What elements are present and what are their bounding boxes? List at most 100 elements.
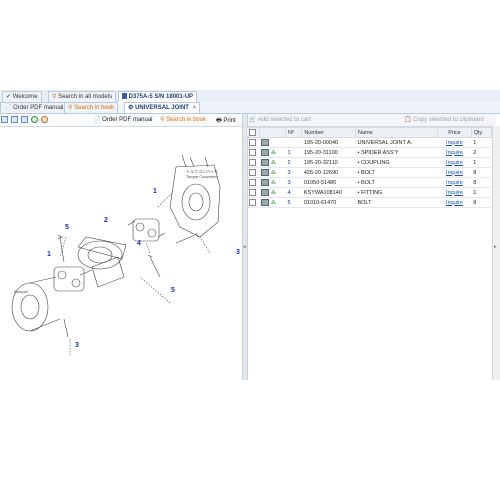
- tab-label: D375A-5 S/N 18001-UP: [128, 94, 194, 100]
- col-header-price[interactable]: Price: [437, 127, 472, 138]
- cell-qty: 2: [471, 147, 492, 158]
- inquire-link[interactable]: Inquire: [446, 190, 463, 196]
- row-select-cell[interactable]: [246, 197, 260, 208]
- button-label: Search in book: [166, 117, 207, 123]
- row-select-cell[interactable]: [246, 137, 260, 148]
- image-icon[interactable]: [261, 199, 270, 206]
- col-header-qty[interactable]: Qty: [470, 127, 493, 138]
- inquire-link[interactable]: Inquire: [446, 160, 463, 166]
- table-row[interactable]: ⁂ 3 01050-51480 • BOLT Inquire 8: [246, 177, 492, 188]
- callout-number[interactable]: 5: [171, 287, 175, 294]
- row-icons-cell: ⁂: [259, 177, 286, 188]
- tab-order-pdf[interactable]: 📄 Order PDF manual: [0, 102, 68, 113]
- inquire-link[interactable]: Inquire: [446, 200, 463, 206]
- row-checkbox[interactable]: [248, 159, 256, 166]
- zoom-out-icon[interactable]: [41, 116, 48, 123]
- row-icons-cell: ⁂: [259, 187, 286, 198]
- image-icon[interactable]: [261, 179, 270, 186]
- tab-search-in-book[interactable]: ⚲ Search in book: [64, 102, 119, 113]
- tab-universal-joint[interactable]: ⚙ UNIVERSAL JOINT ×: [124, 102, 201, 113]
- tree-icon[interactable]: ⁂: [271, 150, 276, 156]
- parts-scrollbar[interactable]: ▸: [492, 126, 500, 380]
- search-in-book-button[interactable]: ⚲ Search in book: [160, 116, 206, 123]
- table-row[interactable]: ⁂ 5 01010-61470 BOLT Inquire 8: [246, 197, 492, 208]
- tab-label: Search in book: [74, 105, 115, 111]
- pdf-icon: 📄: [93, 117, 101, 123]
- tree-icon[interactable]: ⁂: [271, 170, 276, 176]
- search-icon: ⚲: [52, 94, 57, 100]
- tree-icon[interactable]: ⁂: [271, 180, 276, 186]
- add-to-cart-button[interactable]: 🛒 Add selected to cart: [249, 116, 311, 123]
- row-checkbox[interactable]: [248, 179, 256, 186]
- cell-number: 195-20-00040: [301, 137, 356, 148]
- inquire-link[interactable]: Inquire: [446, 150, 463, 156]
- callout-number[interactable]: 1: [47, 251, 51, 258]
- tab-model[interactable]: D375A-5 S/N 18001-UP: [118, 91, 198, 102]
- tree-icon[interactable]: ⁂: [271, 190, 276, 196]
- image-icon[interactable]: [261, 149, 270, 156]
- fit-height-icon[interactable]: [11, 116, 18, 123]
- row-select-cell[interactable]: [246, 147, 260, 158]
- fit-width-icon[interactable]: [21, 116, 28, 123]
- row-checkbox[interactable]: [248, 189, 256, 196]
- col-header-name[interactable]: Name: [354, 127, 439, 138]
- callout-number[interactable]: 4: [137, 240, 141, 247]
- cell-no: 5: [285, 197, 302, 208]
- parts-toolbar: 🛒 Add selected to cart 📋 Copy selected t…: [246, 114, 496, 127]
- table-row[interactable]: ⁂ 4 KSYWA108140 • FITTING Inquire 1: [246, 187, 492, 198]
- table-header-row: Nº Number Name Price Qty: [246, 127, 493, 138]
- row-select-cell[interactable]: [246, 187, 260, 198]
- copy-to-clipboard-button[interactable]: 📋 Copy selected to clipboard: [404, 116, 484, 123]
- exploded-view-drawing: [11, 154, 221, 355]
- image-icon[interactable]: [261, 159, 270, 166]
- row-icons-cell: ⁂: [259, 197, 286, 208]
- row-icons-cell: ⁂: [259, 157, 286, 168]
- image-icon[interactable]: [261, 169, 270, 176]
- row-checkbox[interactable]: [248, 169, 256, 176]
- cell-name: • FITTING: [355, 187, 438, 198]
- button-label: Print: [223, 118, 236, 124]
- image-icon[interactable]: [261, 139, 270, 146]
- col-header-number[interactable]: Number: [301, 127, 356, 138]
- tree-icon[interactable]: ⁂: [271, 160, 276, 166]
- parts-diagram[interactable]: トルクコンバータ Torque Converter Bumper 1 2 3 4…: [0, 127, 242, 380]
- print-button[interactable]: 🖶 Print: [216, 116, 236, 126]
- row-select-cell[interactable]: [246, 157, 260, 168]
- cell-qty: 1: [471, 157, 492, 168]
- inquire-link[interactable]: Inquire: [446, 180, 463, 186]
- gear-icon: ⚙: [128, 105, 134, 111]
- search-icon: ⚲: [160, 117, 165, 123]
- row-checkbox[interactable]: [248, 199, 256, 206]
- select-all-header[interactable]: [246, 127, 260, 138]
- cell-no: 1: [285, 147, 302, 158]
- image-icon[interactable]: [261, 189, 270, 196]
- zoom-in-icon[interactable]: [31, 116, 38, 123]
- cell-number: 195-20-32110: [301, 157, 356, 168]
- tab-welcome[interactable]: ✔ Welcome: [2, 91, 42, 102]
- callout-number[interactable]: 3: [236, 249, 240, 256]
- close-icon[interactable]: ×: [193, 105, 197, 111]
- button-label: Order PDF manual: [102, 117, 153, 123]
- table-row[interactable]: ⁂ 2 195-20-32110 • COUPLING Inquire 1: [246, 157, 492, 168]
- callout-number[interactable]: 5: [65, 224, 69, 231]
- table-row[interactable]: ⁂ 3 426-20-12690 • BOLT Inquire 8: [246, 167, 492, 178]
- row-select-cell[interactable]: [246, 167, 260, 178]
- row-checkbox[interactable]: [248, 149, 256, 156]
- callout-number[interactable]: 3: [75, 342, 79, 349]
- callout-number[interactable]: 1: [153, 188, 157, 195]
- table-row[interactable]: ⁂ 1 195-20-31100 • SPIDER ASS'Y Inquire 2: [246, 147, 492, 158]
- row-select-cell[interactable]: [246, 177, 260, 188]
- row-checkbox[interactable]: [248, 139, 256, 146]
- select-all-checkbox[interactable]: [249, 129, 256, 136]
- inquire-link[interactable]: Inquire: [446, 140, 463, 146]
- tab-search-all[interactable]: ⚲ Search in all models: [48, 91, 117, 102]
- fit-page-icon[interactable]: [1, 116, 8, 123]
- order-pdf-button[interactable]: 📄 Order PDF manual: [93, 116, 153, 123]
- table-row[interactable]: 195-20-00040 UNIVERSAL JOINT A. Inquire 1: [246, 137, 492, 148]
- callout-number[interactable]: 2: [104, 217, 108, 224]
- cell-no: 3: [285, 177, 302, 188]
- col-header-no[interactable]: Nº: [284, 127, 303, 138]
- tree-icon[interactable]: ⁂: [271, 200, 276, 206]
- diagram-label-bumper: Bumper: [14, 289, 29, 294]
- inquire-link[interactable]: Inquire: [446, 170, 463, 176]
